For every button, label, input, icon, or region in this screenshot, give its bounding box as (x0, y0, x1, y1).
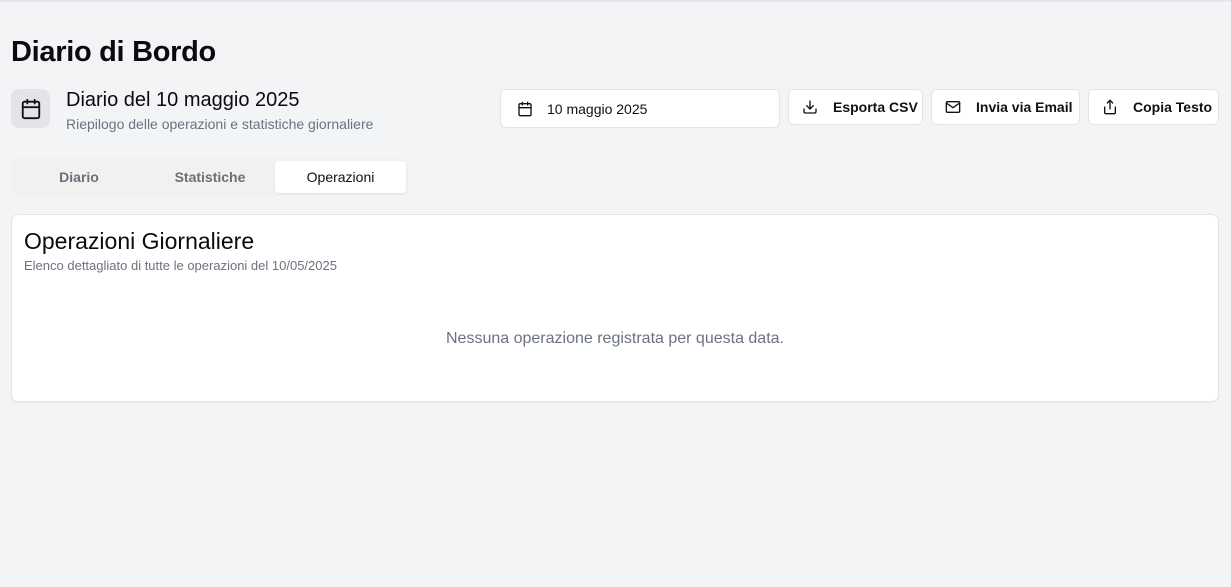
share-icon (1102, 99, 1118, 115)
copy-text-button[interactable]: Copia Testo (1088, 89, 1219, 125)
calendar-icon (20, 98, 42, 120)
export-csv-label: Esporta CSV (833, 99, 918, 115)
date-picker-value: 10 maggio 2025 (547, 100, 648, 117)
calendar-badge (11, 89, 50, 128)
calendar-icon (517, 101, 533, 117)
copy-text-label: Copia Testo (1133, 99, 1213, 115)
date-picker[interactable]: 10 maggio 2025 (500, 89, 780, 128)
mail-icon (945, 99, 961, 115)
tab-list: Diario Statistiche Operazioni (11, 158, 409, 196)
card-subtitle: Elenco dettagliato di tutte le operazion… (24, 258, 337, 273)
diary-title: Diario del 10 maggio 2025 (66, 89, 300, 111)
operations-card: Operazioni Giornaliere Elenco dettagliat… (11, 214, 1219, 402)
top-divider (0, 0, 1231, 2)
card-title: Operazioni Giornaliere (24, 228, 255, 254)
tab-operazioni[interactable]: Operazioni (275, 161, 406, 193)
send-email-label: Invia via Email (976, 99, 1073, 115)
empty-state-message: Nessuna operazione registrata per questa… (446, 330, 784, 347)
page-title: Diario di Bordo (11, 36, 216, 68)
diary-header: Diario del 10 maggio 2025 Riepilogo dell… (11, 88, 1219, 132)
export-csv-button[interactable]: Esporta CSV (788, 89, 923, 125)
download-icon (802, 99, 818, 115)
tab-statistiche[interactable]: Statistiche (145, 161, 275, 193)
diary-subtitle: Riepilogo delle operazioni e statistiche… (66, 116, 374, 132)
send-email-button[interactable]: Invia via Email (931, 89, 1080, 125)
tab-diario[interactable]: Diario (14, 161, 144, 193)
